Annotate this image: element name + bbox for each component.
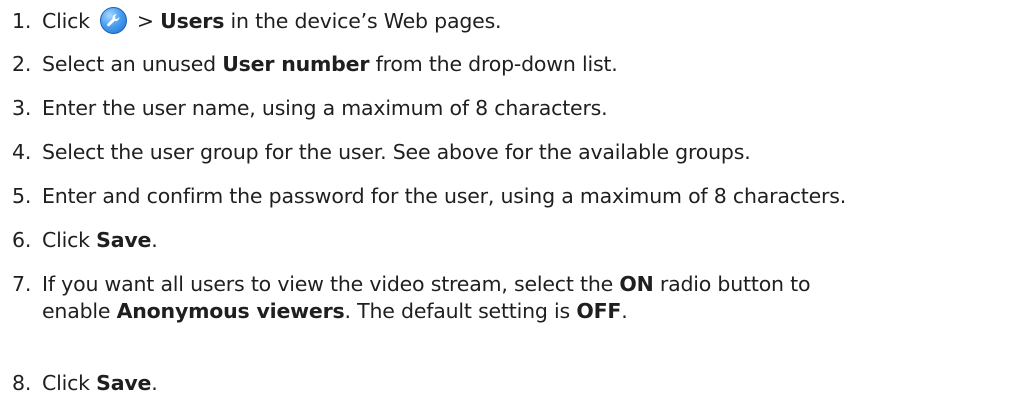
step-text: Click <box>42 228 97 252</box>
step-number: 6. <box>12 228 32 252</box>
step-number: 2. <box>12 52 32 76</box>
step-7-continuation: enable Anonymous viewers. The default se… <box>12 298 810 325</box>
step-text: Select an unused <box>42 52 223 76</box>
step-8: 8. Click Save. <box>12 370 158 397</box>
instruction-document: 1. Click > Users in the device’s Web pages… <box>0 0 1025 413</box>
step-4: 4. Select the user group for the user. Se… <box>12 139 751 166</box>
step-text-click: Click <box>42 9 90 33</box>
step-3: 3. Enter the user name, using a maximum o… <box>12 95 608 122</box>
wrench-icon[interactable] <box>99 7 127 34</box>
step-text: Click <box>42 371 97 395</box>
step-number: 3. <box>12 96 32 120</box>
step-text: . <box>621 299 628 323</box>
step-text-rest: in the device’s Web pages. <box>224 9 502 33</box>
step-text: . <box>151 371 158 395</box>
step-bold-anonymous-viewers: Anonymous viewers <box>116 299 345 323</box>
step-5: 5. Enter and confirm the password for the… <box>12 183 846 210</box>
step-bold-on: ON <box>619 272 654 296</box>
step-text-arrow: > <box>136 9 161 33</box>
step-number: 1. <box>12 9 32 33</box>
step-text: from the drop-down list. <box>369 52 618 76</box>
step-text: radio button to <box>653 272 811 296</box>
step-text: Select the user group for the user. See … <box>42 140 751 164</box>
step-number: 4. <box>12 140 32 164</box>
step-text: . <box>151 228 158 252</box>
step-7: 7. If you want all users to view the vide… <box>12 271 811 325</box>
step-bold-off: OFF <box>576 299 622 323</box>
step-number: 5. <box>12 184 32 208</box>
step-number: 7. <box>12 272 32 296</box>
step-bold-save: Save <box>96 228 152 252</box>
step-bold-save: Save <box>96 371 152 395</box>
step-text: Enter and confirm the password for the u… <box>42 184 847 208</box>
step-bold-user-number: User number <box>222 52 370 76</box>
step-1: 1. Click > Users in the device’s Web pages… <box>12 7 502 35</box>
step-2: 2. Select an unused User number from the … <box>12 51 618 78</box>
step-text: enable <box>42 299 117 323</box>
step-text: If you want all users to view the video … <box>42 272 620 296</box>
step-bold-users: Users <box>160 9 225 33</box>
step-text: Enter the user name, using a maximum of … <box>42 96 608 120</box>
step-text: . The default setting is <box>344 299 577 323</box>
step-6: 6. Click Save. <box>12 227 158 254</box>
step-number: 8. <box>12 371 32 395</box>
